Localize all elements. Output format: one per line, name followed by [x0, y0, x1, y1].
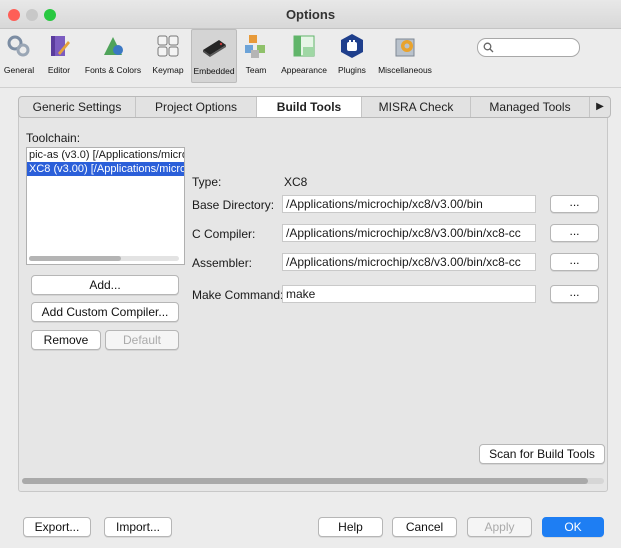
- category-label: Appearance: [281, 65, 327, 75]
- window-title-bar: Options: [0, 0, 621, 29]
- ok-button[interactable]: OK: [542, 517, 604, 537]
- assembler-field[interactable]: /Applications/microchip/xc8/v3.00/bin/xc…: [282, 253, 536, 271]
- tab-bar: Generic Settings Project Options Build T…: [18, 96, 611, 118]
- options-category-toolbar: General Editor Fonts & Colors Keymap Emb…: [0, 29, 621, 88]
- category-fonts-colors[interactable]: Fonts & Colors: [82, 29, 144, 81]
- category-miscellaneous[interactable]: Miscellaneous: [374, 29, 436, 81]
- base-directory-label: Base Directory:: [192, 198, 275, 212]
- category-appearance[interactable]: Appearance: [277, 29, 331, 81]
- category-team[interactable]: Team: [241, 29, 271, 81]
- type-label: Type:: [192, 175, 222, 189]
- toolchain-list[interactable]: pic-as (v3.0) [/Applications/microchip/p…: [26, 147, 185, 265]
- assembler-label: Assembler:: [192, 256, 253, 270]
- search-field[interactable]: [477, 38, 580, 57]
- import-button[interactable]: Import...: [104, 517, 172, 537]
- appearance-icon: [293, 35, 315, 57]
- cancel-button[interactable]: Cancel: [392, 517, 457, 537]
- category-label: Editor: [47, 65, 71, 75]
- default-button: Default: [105, 330, 179, 350]
- plugins-icon: [341, 34, 363, 58]
- category-label: Team: [245, 65, 267, 75]
- category-label: Plugins: [338, 65, 366, 75]
- base-directory-browse-button[interactable]: ...: [550, 195, 599, 213]
- toolchain-list-item[interactable]: pic-as (v3.0) [/Applications/microchip/p…: [27, 148, 184, 162]
- make-command-label: Make Command:: [192, 288, 284, 302]
- category-editor[interactable]: Editor: [43, 29, 75, 81]
- base-directory-field[interactable]: /Applications/microchip/xc8/v3.00/bin: [282, 195, 536, 213]
- category-label: Miscellaneous: [378, 65, 432, 75]
- c-compiler-label: C Compiler:: [192, 227, 256, 241]
- tab-misra-check[interactable]: MISRA Check: [362, 97, 471, 117]
- category-label: General: [3, 65, 35, 75]
- c-compiler-field[interactable]: /Applications/microchip/xc8/v3.00/bin/xc…: [282, 224, 536, 242]
- make-command-browse-button[interactable]: ...: [550, 285, 599, 303]
- add-button[interactable]: Add...: [31, 275, 179, 295]
- scan-for-build-tools-button[interactable]: Scan for Build Tools: [479, 444, 605, 464]
- help-button[interactable]: Help: [318, 517, 383, 537]
- tab-overflow-arrow-icon[interactable]: ▶: [590, 97, 610, 117]
- category-keymap[interactable]: Keymap: [149, 29, 187, 81]
- export-button[interactable]: Export...: [23, 517, 91, 537]
- category-label: Fonts & Colors: [84, 65, 142, 75]
- make-command-field[interactable]: make: [282, 285, 536, 303]
- tab-generic-settings[interactable]: Generic Settings: [19, 97, 136, 117]
- c-compiler-browse-button[interactable]: ...: [550, 224, 599, 242]
- panel-scrollbar-thumb[interactable]: [22, 478, 588, 484]
- add-custom-compiler-button[interactable]: Add Custom Compiler...: [31, 302, 179, 322]
- toolchain-label: Toolchain:: [26, 131, 81, 145]
- type-value: XC8: [284, 175, 308, 189]
- editor-icon: [51, 36, 70, 56]
- assembler-browse-button[interactable]: ...: [550, 253, 599, 271]
- category-general[interactable]: General: [2, 29, 36, 81]
- tab-managed-tools[interactable]: Managed Tools: [471, 97, 590, 117]
- remove-button[interactable]: Remove: [31, 330, 101, 350]
- tab-build-tools[interactable]: Build Tools: [257, 97, 362, 117]
- category-embedded[interactable]: Embedded: [191, 29, 237, 83]
- team-icon: [245, 35, 265, 58]
- miscellaneous-icon: [395, 38, 415, 57]
- category-label: Embedded: [193, 66, 235, 76]
- category-plugins[interactable]: Plugins: [334, 29, 370, 81]
- tab-project-options[interactable]: Project Options: [136, 97, 257, 117]
- general-icon: [7, 35, 30, 57]
- search-icon: [483, 42, 494, 53]
- category-label: Keymap: [152, 65, 184, 75]
- toolchain-list-scrollbar-thumb[interactable]: [29, 256, 121, 261]
- keymap-icon: [157, 35, 179, 57]
- window-title: Options: [285, 7, 336, 22]
- embedded-chip-icon: [203, 40, 226, 57]
- fonts-colors-icon: [104, 37, 123, 55]
- toolchain-list-item-selected[interactable]: XC8 (v3.00) [/Applications/microchip/xc8…: [27, 162, 184, 176]
- apply-button: Apply: [467, 517, 532, 537]
